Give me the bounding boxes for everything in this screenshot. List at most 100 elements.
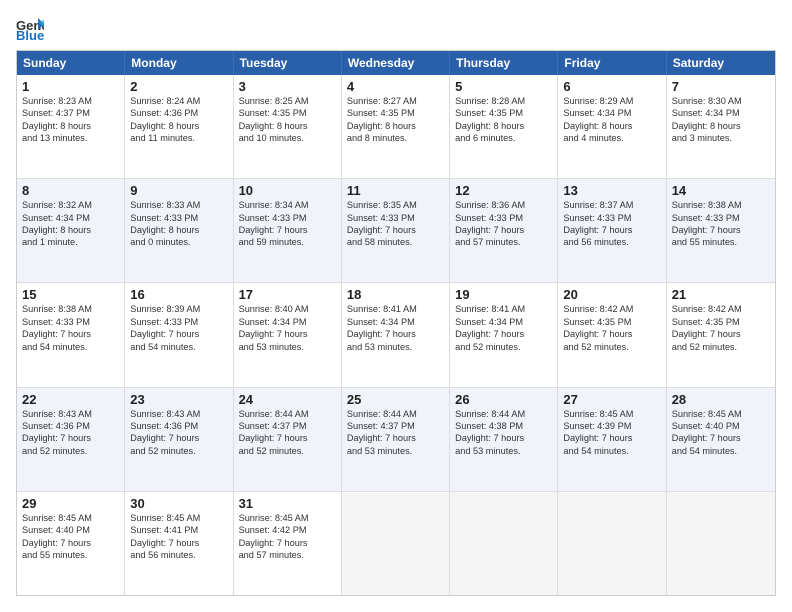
- weekday-header-wednesday: Wednesday: [342, 51, 450, 75]
- day-number: 28: [672, 392, 770, 407]
- day-number: 14: [672, 183, 770, 198]
- logo: General Blue: [16, 16, 48, 40]
- day-number: 8: [22, 183, 119, 198]
- day-info: Sunrise: 8:43 AMSunset: 4:36 PMDaylight:…: [130, 408, 227, 458]
- day-info: Sunrise: 8:45 AMSunset: 4:40 PMDaylight:…: [672, 408, 770, 458]
- day-number: 26: [455, 392, 552, 407]
- day-cell-6: 6Sunrise: 8:29 AMSunset: 4:34 PMDaylight…: [558, 75, 666, 178]
- day-cell-5: 5Sunrise: 8:28 AMSunset: 4:35 PMDaylight…: [450, 75, 558, 178]
- day-info: Sunrise: 8:42 AMSunset: 4:35 PMDaylight:…: [672, 303, 770, 353]
- day-number: 30: [130, 496, 227, 511]
- day-info: Sunrise: 8:41 AMSunset: 4:34 PMDaylight:…: [347, 303, 444, 353]
- calendar-row-4: 22Sunrise: 8:43 AMSunset: 4:36 PMDayligh…: [17, 388, 775, 492]
- day-cell-26: 26Sunrise: 8:44 AMSunset: 4:38 PMDayligh…: [450, 388, 558, 491]
- day-info: Sunrise: 8:24 AMSunset: 4:36 PMDaylight:…: [130, 95, 227, 145]
- day-cell-10: 10Sunrise: 8:34 AMSunset: 4:33 PMDayligh…: [234, 179, 342, 282]
- calendar-header: SundayMondayTuesdayWednesdayThursdayFrid…: [17, 51, 775, 75]
- day-cell-29: 29Sunrise: 8:45 AMSunset: 4:40 PMDayligh…: [17, 492, 125, 595]
- day-cell-22: 22Sunrise: 8:43 AMSunset: 4:36 PMDayligh…: [17, 388, 125, 491]
- day-info: Sunrise: 8:40 AMSunset: 4:34 PMDaylight:…: [239, 303, 336, 353]
- day-info: Sunrise: 8:41 AMSunset: 4:34 PMDaylight:…: [455, 303, 552, 353]
- weekday-header-thursday: Thursday: [450, 51, 558, 75]
- day-number: 12: [455, 183, 552, 198]
- day-info: Sunrise: 8:38 AMSunset: 4:33 PMDaylight:…: [672, 199, 770, 249]
- day-info: Sunrise: 8:35 AMSunset: 4:33 PMDaylight:…: [347, 199, 444, 249]
- empty-cell-4-4: [450, 492, 558, 595]
- day-number: 9: [130, 183, 227, 198]
- day-number: 4: [347, 79, 444, 94]
- day-cell-4: 4Sunrise: 8:27 AMSunset: 4:35 PMDaylight…: [342, 75, 450, 178]
- day-cell-14: 14Sunrise: 8:38 AMSunset: 4:33 PMDayligh…: [667, 179, 775, 282]
- day-info: Sunrise: 8:45 AMSunset: 4:40 PMDaylight:…: [22, 512, 119, 562]
- day-number: 6: [563, 79, 660, 94]
- day-info: Sunrise: 8:32 AMSunset: 4:34 PMDaylight:…: [22, 199, 119, 249]
- day-number: 20: [563, 287, 660, 302]
- day-info: Sunrise: 8:34 AMSunset: 4:33 PMDaylight:…: [239, 199, 336, 249]
- day-info: Sunrise: 8:45 AMSunset: 4:41 PMDaylight:…: [130, 512, 227, 562]
- day-cell-13: 13Sunrise: 8:37 AMSunset: 4:33 PMDayligh…: [558, 179, 666, 282]
- day-cell-19: 19Sunrise: 8:41 AMSunset: 4:34 PMDayligh…: [450, 283, 558, 386]
- day-number: 15: [22, 287, 119, 302]
- weekday-header-sunday: Sunday: [17, 51, 125, 75]
- day-info: Sunrise: 8:39 AMSunset: 4:33 PMDaylight:…: [130, 303, 227, 353]
- day-info: Sunrise: 8:25 AMSunset: 4:35 PMDaylight:…: [239, 95, 336, 145]
- logo-icon: General Blue: [16, 16, 44, 40]
- day-info: Sunrise: 8:29 AMSunset: 4:34 PMDaylight:…: [563, 95, 660, 145]
- calendar-row-2: 8Sunrise: 8:32 AMSunset: 4:34 PMDaylight…: [17, 179, 775, 283]
- day-cell-18: 18Sunrise: 8:41 AMSunset: 4:34 PMDayligh…: [342, 283, 450, 386]
- day-info: Sunrise: 8:42 AMSunset: 4:35 PMDaylight:…: [563, 303, 660, 353]
- day-info: Sunrise: 8:36 AMSunset: 4:33 PMDaylight:…: [455, 199, 552, 249]
- day-number: 7: [672, 79, 770, 94]
- day-info: Sunrise: 8:30 AMSunset: 4:34 PMDaylight:…: [672, 95, 770, 145]
- empty-cell-4-3: [342, 492, 450, 595]
- calendar: SundayMondayTuesdayWednesdayThursdayFrid…: [16, 50, 776, 596]
- weekday-header-monday: Monday: [125, 51, 233, 75]
- day-number: 25: [347, 392, 444, 407]
- day-cell-2: 2Sunrise: 8:24 AMSunset: 4:36 PMDaylight…: [125, 75, 233, 178]
- day-cell-21: 21Sunrise: 8:42 AMSunset: 4:35 PMDayligh…: [667, 283, 775, 386]
- day-info: Sunrise: 8:44 AMSunset: 4:37 PMDaylight:…: [239, 408, 336, 458]
- header: General Blue: [16, 16, 776, 40]
- day-number: 1: [22, 79, 119, 94]
- day-cell-1: 1Sunrise: 8:23 AMSunset: 4:37 PMDaylight…: [17, 75, 125, 178]
- day-number: 16: [130, 287, 227, 302]
- day-info: Sunrise: 8:43 AMSunset: 4:36 PMDaylight:…: [22, 408, 119, 458]
- day-number: 22: [22, 392, 119, 407]
- day-number: 31: [239, 496, 336, 511]
- day-cell-24: 24Sunrise: 8:44 AMSunset: 4:37 PMDayligh…: [234, 388, 342, 491]
- day-cell-28: 28Sunrise: 8:45 AMSunset: 4:40 PMDayligh…: [667, 388, 775, 491]
- day-info: Sunrise: 8:33 AMSunset: 4:33 PMDaylight:…: [130, 199, 227, 249]
- day-cell-20: 20Sunrise: 8:42 AMSunset: 4:35 PMDayligh…: [558, 283, 666, 386]
- day-number: 29: [22, 496, 119, 511]
- day-number: 27: [563, 392, 660, 407]
- day-info: Sunrise: 8:45 AMSunset: 4:42 PMDaylight:…: [239, 512, 336, 562]
- day-number: 17: [239, 287, 336, 302]
- weekday-header-tuesday: Tuesday: [234, 51, 342, 75]
- empty-cell-4-6: [667, 492, 775, 595]
- day-number: 5: [455, 79, 552, 94]
- day-info: Sunrise: 8:27 AMSunset: 4:35 PMDaylight:…: [347, 95, 444, 145]
- page: General Blue SundayMondayTuesdayWednesda…: [0, 0, 792, 612]
- day-cell-8: 8Sunrise: 8:32 AMSunset: 4:34 PMDaylight…: [17, 179, 125, 282]
- day-cell-17: 17Sunrise: 8:40 AMSunset: 4:34 PMDayligh…: [234, 283, 342, 386]
- day-cell-31: 31Sunrise: 8:45 AMSunset: 4:42 PMDayligh…: [234, 492, 342, 595]
- day-cell-16: 16Sunrise: 8:39 AMSunset: 4:33 PMDayligh…: [125, 283, 233, 386]
- day-number: 21: [672, 287, 770, 302]
- day-info: Sunrise: 8:23 AMSunset: 4:37 PMDaylight:…: [22, 95, 119, 145]
- day-cell-25: 25Sunrise: 8:44 AMSunset: 4:37 PMDayligh…: [342, 388, 450, 491]
- weekday-header-saturday: Saturday: [667, 51, 775, 75]
- empty-cell-4-5: [558, 492, 666, 595]
- day-number: 2: [130, 79, 227, 94]
- day-cell-9: 9Sunrise: 8:33 AMSunset: 4:33 PMDaylight…: [125, 179, 233, 282]
- day-cell-27: 27Sunrise: 8:45 AMSunset: 4:39 PMDayligh…: [558, 388, 666, 491]
- calendar-row-3: 15Sunrise: 8:38 AMSunset: 4:33 PMDayligh…: [17, 283, 775, 387]
- day-number: 19: [455, 287, 552, 302]
- day-number: 11: [347, 183, 444, 198]
- calendar-row-1: 1Sunrise: 8:23 AMSunset: 4:37 PMDaylight…: [17, 75, 775, 179]
- day-cell-3: 3Sunrise: 8:25 AMSunset: 4:35 PMDaylight…: [234, 75, 342, 178]
- day-number: 13: [563, 183, 660, 198]
- day-number: 3: [239, 79, 336, 94]
- day-cell-11: 11Sunrise: 8:35 AMSunset: 4:33 PMDayligh…: [342, 179, 450, 282]
- day-cell-23: 23Sunrise: 8:43 AMSunset: 4:36 PMDayligh…: [125, 388, 233, 491]
- day-info: Sunrise: 8:38 AMSunset: 4:33 PMDaylight:…: [22, 303, 119, 353]
